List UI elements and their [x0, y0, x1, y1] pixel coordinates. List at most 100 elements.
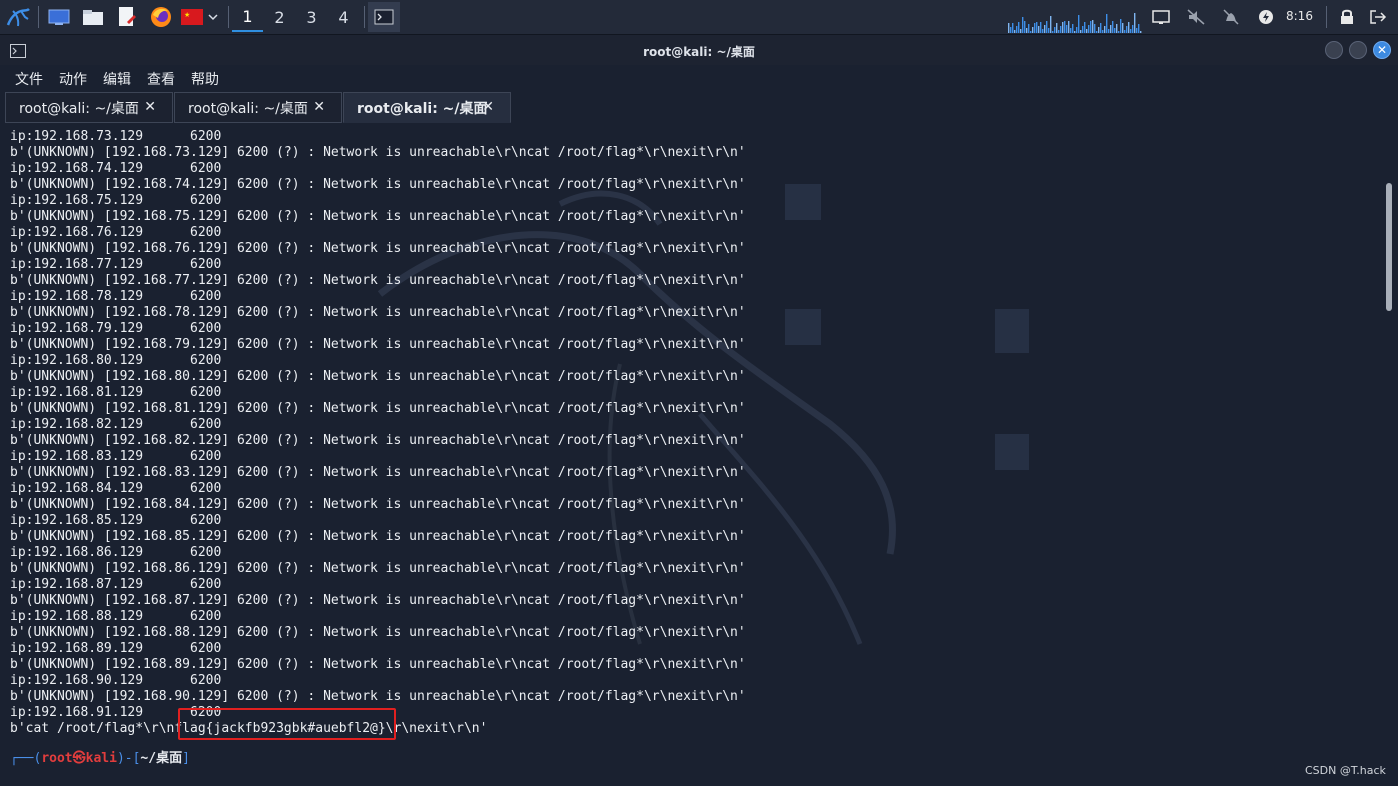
tab-2[interactable]: root@kali: ~/桌面 ✕	[174, 92, 342, 123]
workspace-2[interactable]: 2	[264, 2, 295, 32]
cpu-graph-bar	[1012, 23, 1014, 33]
cpu-graph-bar	[1080, 30, 1082, 33]
close-button[interactable]: ✕	[1373, 41, 1391, 59]
terminal-line: ip:192.168.76.129 6200	[10, 225, 222, 240]
terminal-line: b'(UNKNOWN) [192.168.75.129] 6200 (?) : …	[10, 209, 746, 224]
cpu-graph-bar	[1060, 26, 1062, 33]
text-editor-icon[interactable]	[114, 4, 140, 30]
tab-label: root@kali: ~/桌面	[188, 100, 308, 117]
tab-1[interactable]: root@kali: ~/桌面 ✕	[5, 92, 173, 123]
cpu-graph-bar	[1018, 22, 1020, 33]
cpu-graph-bar	[1122, 23, 1124, 33]
kali-menu-icon[interactable]	[4, 4, 32, 30]
prompt-user: root㉿kali	[41, 751, 117, 766]
cpu-graph-bar	[1140, 31, 1142, 33]
menu-help[interactable]: 帮助	[191, 69, 219, 89]
cpu-graph-bar	[1052, 31, 1054, 33]
cpu-graph-bar	[1048, 28, 1050, 33]
notifications-muted-icon[interactable]	[1220, 4, 1242, 30]
panel-separator	[364, 6, 365, 28]
tab-close-icon[interactable]: ✕	[313, 99, 325, 115]
chevron-down-icon[interactable]	[205, 4, 221, 30]
terminal-output[interactable]: ip:192.168.73.129 6200 b'(UNKNOWN) [192.1…	[10, 129, 1380, 749]
cpu-graph-bar	[1118, 31, 1120, 33]
terminal-line: b'(UNKNOWN) [192.168.82.129] 6200 (?) : …	[10, 433, 746, 448]
window-titlebar[interactable]: root@kali: ~/桌面 ✕	[0, 35, 1398, 65]
terminal-line: b'(UNKNOWN) [192.168.84.129] 6200 (?) : …	[10, 497, 746, 512]
cpu-graph-bar	[1134, 13, 1136, 33]
terminal-line: b'(UNKNOWN) [192.168.83.129] 6200 (?) : …	[10, 465, 746, 480]
cpu-graph-bar	[1042, 29, 1044, 33]
firefox-icon[interactable]	[148, 4, 174, 30]
cpu-graph-bar	[1112, 21, 1114, 33]
files-icon[interactable]	[80, 4, 106, 30]
terminal-line: b'(UNKNOWN) [192.168.73.129] 6200 (?) : …	[10, 145, 746, 160]
menu-file[interactable]: 文件	[15, 69, 43, 89]
terminal-line: ip:192.168.87.129 6200	[10, 577, 222, 592]
terminal-line: b'(UNKNOWN) [192.168.77.129] 6200 (?) : …	[10, 273, 746, 288]
terminal-line: b'(UNKNOWN) [192.168.86.129] 6200 (?) : …	[10, 561, 746, 576]
cpu-graph-bar	[1024, 21, 1026, 33]
terminal-line: ip:192.168.83.129 6200	[10, 449, 222, 464]
scrollbar[interactable]	[1386, 183, 1392, 311]
cpu-graph-bar	[1132, 25, 1134, 33]
menu-edit[interactable]: 编辑	[103, 69, 131, 89]
cpu-graph-bar	[1074, 31, 1076, 33]
menu-action[interactable]: 动作	[59, 69, 87, 89]
minimize-button[interactable]	[1325, 41, 1343, 59]
tab-close-icon[interactable]: ✕	[144, 99, 156, 115]
watermark: CSDN @T.hack	[1305, 764, 1386, 777]
lock-icon[interactable]	[1336, 4, 1358, 30]
flag-highlight-box	[178, 708, 396, 740]
tab-close-icon[interactable]: ✕	[482, 99, 494, 115]
terminal-line: b'(UNKNOWN) [192.168.79.129] 6200 (?) : …	[10, 337, 746, 352]
tab-3[interactable]: root@kali: ~/桌面 ✕	[343, 92, 511, 123]
terminal-line: ip:192.168.82.129 6200	[10, 417, 222, 432]
volume-muted-icon[interactable]	[1185, 4, 1207, 30]
terminal-line: b'(UNKNOWN) [192.168.80.129] 6200 (?) : …	[10, 369, 746, 384]
terminal-line: ip:192.168.80.129 6200	[10, 353, 222, 368]
cpu-graph-bar	[1008, 23, 1010, 33]
terminal-line: ip:192.168.88.129 6200	[10, 609, 222, 624]
cpu-graph-bar	[1056, 23, 1058, 33]
cpu-graph-bar	[1138, 24, 1140, 33]
cpu-graph-bar	[1054, 27, 1056, 33]
cpu-graph-bar	[1050, 16, 1052, 33]
cpu-graph-bar	[1130, 29, 1132, 33]
cpu-graph-bar	[1124, 30, 1126, 33]
cpu-graph-bar	[1114, 28, 1116, 33]
terminal-icon	[374, 9, 394, 25]
cpu-graph-bar	[1086, 29, 1088, 33]
tab-bar: root@kali: ~/桌面 ✕ root@kali: ~/桌面 ✕ root…	[0, 92, 1398, 124]
terminal-taskbar-button[interactable]	[368, 2, 400, 32]
cpu-graph-bar	[1070, 28, 1072, 33]
network-icon[interactable]	[1150, 4, 1172, 30]
cpu-graph-bar	[1020, 29, 1022, 33]
power-icon[interactable]	[1255, 4, 1277, 30]
maximize-button[interactable]	[1349, 41, 1367, 59]
flag-icon[interactable]: ★	[180, 4, 204, 30]
terminal-line: ip:192.168.75.129 6200	[10, 193, 222, 208]
terminal-line: b'(UNKNOWN) [192.168.74.129] 6200 (?) : …	[10, 177, 746, 192]
menu-view[interactable]: 查看	[147, 69, 175, 89]
shell-prompt[interactable]: ┌──(root㉿kali)-[~/桌面]	[10, 751, 190, 767]
cpu-graph-bar	[1110, 25, 1112, 33]
cpu-graph-bar	[1116, 24, 1118, 33]
cpu-graph-bar	[1108, 29, 1110, 33]
cpu-graph-bar	[1068, 21, 1070, 33]
terminal-line: b'(UNKNOWN) [192.168.85.129] 6200 (?) : …	[10, 529, 746, 544]
cpu-graph-bar	[1066, 25, 1068, 33]
panel-separator	[228, 6, 229, 28]
clock[interactable]: 8:16	[1286, 9, 1313, 23]
desktop-icon[interactable]	[46, 4, 72, 30]
close-icon: ✕	[1376, 43, 1388, 57]
cpu-graph-bar	[1016, 26, 1018, 33]
terminal-line: ip:192.168.74.129 6200	[10, 161, 222, 176]
cpu-graph-bar	[1072, 24, 1074, 33]
logout-icon[interactable]	[1366, 4, 1390, 30]
workspace-4[interactable]: 4	[328, 2, 359, 32]
workspace-1[interactable]: 1	[232, 2, 263, 32]
terminal-line: ip:192.168.84.129 6200	[10, 481, 222, 496]
workspace-3[interactable]: 3	[296, 2, 327, 32]
prompt-cwd: ~/桌面	[140, 751, 183, 766]
